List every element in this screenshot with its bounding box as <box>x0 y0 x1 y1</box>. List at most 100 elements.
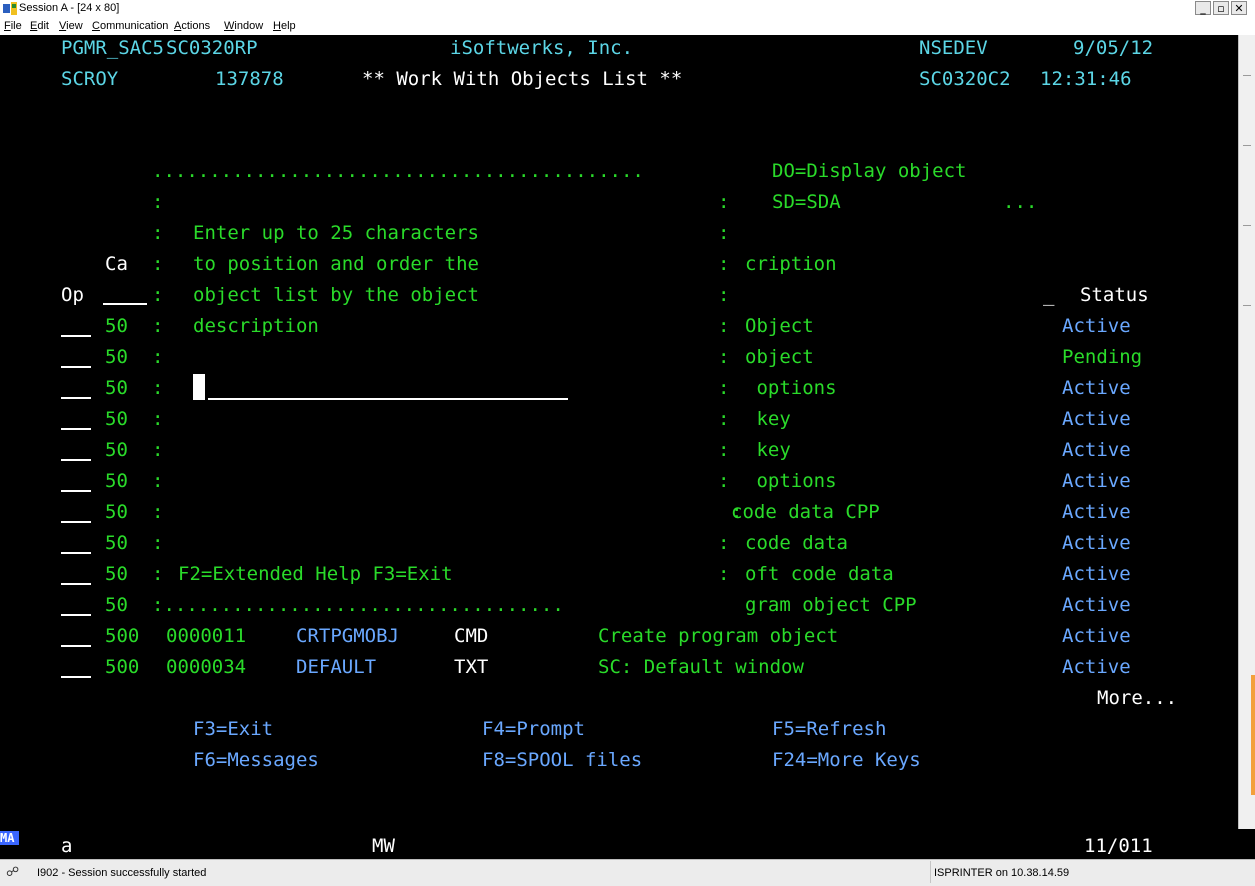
fkey-f5-refresh[interactable]: F5=Refresh <box>772 718 886 740</box>
option-more: ... <box>1003 191 1038 213</box>
popup-border-right: : <box>731 501 743 523</box>
op-label: Op <box>61 284 84 306</box>
row-object-type: CMD <box>454 625 489 647</box>
header-user: SCROY <box>61 68 119 90</box>
maximize-icon[interactable]: ▫ <box>1213 1 1229 15</box>
row-status: Pending <box>1062 346 1143 368</box>
row-option-field[interactable] <box>61 397 91 399</box>
row-seq: 50 <box>105 532 128 554</box>
fkey-f24-more-keys[interactable]: F24=More Keys <box>772 749 921 771</box>
operator-info-area <box>0 829 1255 859</box>
row-status: Active <box>1062 532 1131 554</box>
header-date: 9/05/12 <box>1073 37 1154 59</box>
row-option-field[interactable] <box>61 428 91 430</box>
status-sort-marker[interactable]: _ <box>1043 284 1054 306</box>
row-status: Active <box>1062 315 1131 337</box>
menu-view[interactable]: View <box>59 19 83 33</box>
popup-border-right: : <box>718 563 730 585</box>
strip-mark <box>1243 225 1251 226</box>
fkey-f6-messages[interactable]: F6=Messages <box>193 749 319 771</box>
fkey-f4-prompt[interactable]: F4=Prompt <box>482 718 585 740</box>
row-seq: 50 <box>105 563 128 585</box>
popup-border-left: : <box>152 408 164 430</box>
popup-border-right: : <box>718 408 730 430</box>
menu-help[interactable]: Help <box>273 19 296 33</box>
popup-border-right: : <box>718 439 730 461</box>
close-icon[interactable]: ✕ <box>1231 1 1247 15</box>
row-description: gram object CPP <box>745 594 917 616</box>
row-status: Active <box>1062 377 1131 399</box>
more-indicator: More... <box>1097 687 1178 709</box>
row-option-field[interactable] <box>61 552 91 554</box>
row-option-field[interactable] <box>61 676 91 678</box>
popup-border-right: : <box>718 532 730 554</box>
row-status: Active <box>1062 594 1131 616</box>
option-sda: SD=SDA <box>772 191 841 213</box>
header-program: SC0320RP <box>166 37 258 59</box>
window-titlebar[interactable]: Session A - [24 x 80] _ ▫ ✕ <box>0 0 1255 18</box>
header-display-file: SC0320C2 <box>919 68 1011 90</box>
fkey-f3-exit[interactable]: F3=Exit <box>193 718 273 740</box>
row-status: Active <box>1062 408 1131 430</box>
header-user-program: PGMR_SAC5 <box>61 37 164 59</box>
row-option-field[interactable] <box>61 366 91 368</box>
header-job-number: 137878 <box>215 68 284 90</box>
row-description: Object <box>745 315 814 337</box>
row-object-id: 0000011 <box>166 625 247 647</box>
row-description: object <box>745 346 814 368</box>
menu-actions[interactable]: Actions <box>174 19 210 33</box>
row-option-field[interactable] <box>61 459 91 461</box>
menu-communication[interactable]: Communication <box>92 19 168 33</box>
popup-bottom-border: :................................... <box>152 594 564 616</box>
row-description: options <box>745 377 837 399</box>
row-status: Active <box>1062 625 1131 647</box>
popup-border-left: : <box>152 222 164 244</box>
header-system: NSEDEV <box>919 37 988 59</box>
row-object-type: TXT <box>454 656 489 678</box>
row-description: oft code data <box>745 563 894 585</box>
strip-mark <box>1243 75 1251 76</box>
session-status-icon: ☍ <box>6 864 20 879</box>
page-title: ** Work With Objects List ** <box>362 68 683 90</box>
row-seq: 50 <box>105 470 128 492</box>
row-status: Active <box>1062 470 1131 492</box>
text-cursor <box>193 374 205 400</box>
strip-highlight <box>1251 675 1255 795</box>
popup-border-left: : <box>152 284 164 306</box>
position-to-input[interactable] <box>208 398 568 400</box>
row-seq: 50 <box>105 439 128 461</box>
terminal-screen[interactable]: PGMR_SAC5 SC0320RP iSoftwerks, Inc. NSED… <box>0 35 1238 829</box>
row-description: code data CPP <box>731 501 880 523</box>
minimize-icon[interactable]: _ <box>1195 1 1211 15</box>
row-option-field[interactable] <box>61 335 91 337</box>
right-edge-strip <box>1238 35 1255 829</box>
status-column-header: Status <box>1080 284 1149 306</box>
popup-border-left: : <box>152 532 164 554</box>
popup-border-right: : <box>718 222 730 244</box>
popup-border-right: : <box>718 346 730 368</box>
row-seq: 50 <box>105 594 128 616</box>
oia-indicator: MA <box>0 831 19 845</box>
fkey-f8-spool-files[interactable]: F8=SPOOL files <box>482 749 642 771</box>
row-option-field[interactable] <box>61 614 91 616</box>
popup-function-keys: F2=Extended Help F3=Exit <box>178 563 453 585</box>
ca-label: Ca <box>105 253 128 275</box>
row-seq: 50 <box>105 346 128 368</box>
menu-window[interactable]: Window <box>224 19 263 33</box>
row-seq: 500 <box>105 656 140 678</box>
row-option-field[interactable] <box>61 521 91 523</box>
row-seq: 50 <box>105 377 128 399</box>
row-option-field[interactable] <box>61 490 91 492</box>
row-seq: 50 <box>105 315 128 337</box>
popup-instruction-3: object list by the object <box>193 284 479 306</box>
popup-border-right: : <box>718 315 730 337</box>
menu-edit[interactable]: Edit <box>30 19 49 33</box>
popup-instruction-2: to position and order the <box>193 253 479 275</box>
row-seq: 50 <box>105 501 128 523</box>
row-description: Create program object <box>598 625 839 647</box>
status-message: I902 - Session successfully started <box>37 867 207 879</box>
menu-file[interactable]: File <box>4 19 22 33</box>
row-option-field[interactable] <box>61 645 91 647</box>
description-header-fragment: cription <box>745 253 837 275</box>
row-option-field[interactable] <box>61 583 91 585</box>
